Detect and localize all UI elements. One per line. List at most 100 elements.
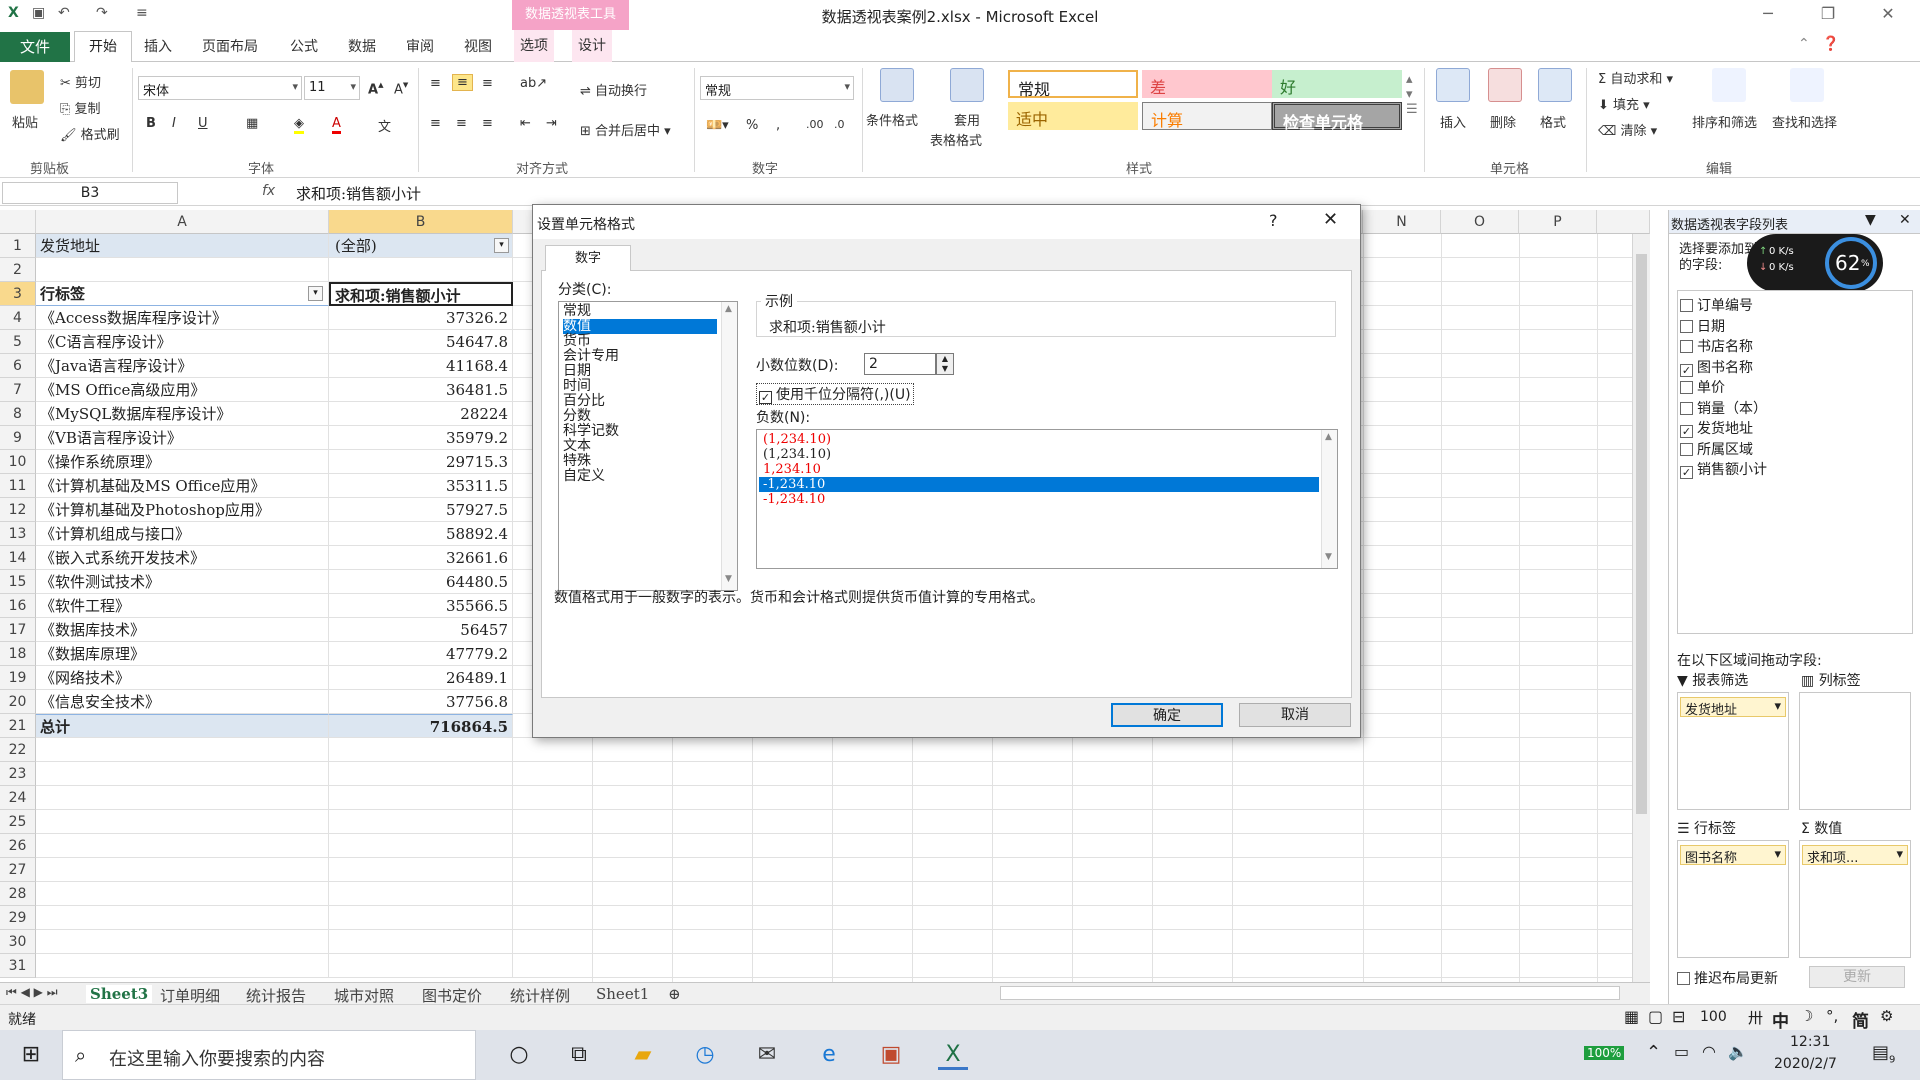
cell-b[interactable]: 57927.5 bbox=[329, 498, 513, 522]
style-normal[interactable]: 常规 bbox=[1008, 70, 1138, 99]
cell-a[interactable]: 《软件测试技术》 bbox=[36, 570, 329, 594]
cell-b[interactable]: 29715.3 bbox=[329, 450, 513, 474]
edge-icon[interactable]: e bbox=[814, 1040, 844, 1070]
row-header[interactable]: 31 bbox=[0, 954, 36, 978]
negative-format-item[interactable]: (1,234.10) bbox=[759, 432, 1319, 447]
shrink-font-icon[interactable]: A▾ bbox=[394, 78, 408, 97]
decrease-indent-icon[interactable]: ⇤ bbox=[520, 116, 531, 131]
checkbox-icon[interactable] bbox=[1680, 319, 1693, 333]
tab-formulas[interactable]: 公式 bbox=[290, 36, 318, 56]
search-placeholder[interactable]: 在这里输入你要搜索的内容 bbox=[109, 1045, 325, 1071]
notification-icon[interactable]: ▤9 bbox=[1872, 1042, 1895, 1066]
italic-icon[interactable]: I bbox=[172, 116, 176, 131]
restore-icon[interactable]: ❐ bbox=[1808, 4, 1848, 23]
volume-icon[interactable]: 🔈 bbox=[1728, 1042, 1748, 1061]
cell-b[interactable]: 28224 bbox=[329, 402, 513, 426]
horizontal-scrollbar[interactable] bbox=[1000, 986, 1620, 1000]
mail-icon[interactable]: ✉ bbox=[752, 1040, 782, 1070]
sort-filter-icon[interactable] bbox=[1712, 68, 1746, 102]
tab-insert[interactable]: 插入 bbox=[144, 36, 172, 56]
grow-font-icon[interactable]: A▴ bbox=[368, 78, 384, 97]
dialog-help-button[interactable]: ? bbox=[1269, 211, 1278, 230]
conditional-format-icon[interactable] bbox=[880, 68, 914, 102]
row-header[interactable]: 20 bbox=[0, 690, 36, 714]
row-header[interactable]: 30 bbox=[0, 930, 36, 954]
increase-indent-icon[interactable]: ⇥ bbox=[546, 116, 557, 131]
column-header-n[interactable]: N bbox=[1363, 210, 1441, 234]
vertical-scrollbar[interactable] bbox=[1632, 234, 1650, 982]
column-header-b[interactable]: B bbox=[329, 210, 513, 234]
cut-button[interactable]: ✂ 剪切 bbox=[60, 72, 101, 91]
orientation-icon[interactable]: ab↗ bbox=[520, 76, 547, 91]
winrar-icon[interactable]: ▣ bbox=[876, 1040, 906, 1070]
zoom-level[interactable]: 100 bbox=[1700, 1009, 1727, 1025]
category-scrollbar[interactable]: ▲ ▼ bbox=[721, 302, 737, 590]
cell-b[interactable]: 58892.4 bbox=[329, 522, 513, 546]
row-header[interactable]: 28 bbox=[0, 882, 36, 906]
cell-b[interactable] bbox=[329, 954, 513, 978]
field-checkbox[interactable]: 日期 bbox=[1680, 316, 1725, 336]
field-list-close-icon[interactable]: ✕ bbox=[1899, 212, 1911, 228]
tab-options[interactable]: 选项 bbox=[514, 30, 554, 62]
cell-b[interactable] bbox=[329, 258, 513, 282]
value-chip[interactable]: 求和项... ▾ bbox=[1802, 845, 1908, 866]
cell-a[interactable]: 《网络技术》 bbox=[36, 666, 329, 690]
cell-a[interactable]: 《数据库原理》 bbox=[36, 642, 329, 666]
wrap-text-button[interactable]: ⇌ 自动换行 bbox=[580, 80, 647, 99]
sheet-tab-orders[interactable]: 订单明细 bbox=[160, 985, 220, 1006]
close-icon[interactable]: ✕ bbox=[1868, 4, 1908, 23]
cell-a[interactable]: 《Java语言程序设计》 bbox=[36, 354, 329, 378]
row-header[interactable]: 3 bbox=[0, 282, 36, 306]
row-header[interactable]: 14 bbox=[0, 546, 36, 570]
cell-a[interactable]: 《计算机基础及MS Office应用》 bbox=[36, 474, 329, 498]
autosum-button[interactable]: Σ 自动求和 ▾ bbox=[1598, 68, 1673, 87]
percent-icon[interactable]: % bbox=[746, 118, 758, 133]
row-header[interactable]: 21 bbox=[0, 714, 36, 738]
cell-a[interactable]: 《数据库技术》 bbox=[36, 618, 329, 642]
ime-mode[interactable]: 中 bbox=[1772, 1007, 1789, 1032]
cell-a[interactable]: 总计 bbox=[36, 714, 329, 738]
checkbox-icon[interactable]: ✓ bbox=[1680, 425, 1693, 438]
insert-cells-button[interactable]: 插入 bbox=[1440, 112, 1466, 131]
ime-punct-icon[interactable]: °, bbox=[1826, 1007, 1838, 1025]
column-header-p[interactable]: P bbox=[1519, 210, 1597, 234]
power-icon[interactable]: ▭ bbox=[1674, 1042, 1689, 1061]
minimize-icon[interactable]: ─ bbox=[1748, 4, 1788, 23]
insert-cells-icon[interactable] bbox=[1436, 68, 1470, 102]
align-bottom-icon[interactable]: ≡ bbox=[482, 76, 493, 91]
border-icon[interactable]: ▦ bbox=[246, 116, 258, 131]
phonetic-icon[interactable]: 文 bbox=[378, 116, 391, 135]
align-top-icon[interactable]: ≡ bbox=[430, 76, 441, 91]
accounting-format-icon[interactable]: 💴▾ bbox=[706, 118, 729, 133]
category-item[interactable]: 时间 bbox=[563, 379, 717, 394]
cell-b[interactable]: 35311.5 bbox=[329, 474, 513, 498]
sheet-tab-report[interactable]: 统计报告 bbox=[246, 985, 306, 1006]
row-header[interactable]: 22 bbox=[0, 738, 36, 762]
negative-list[interactable]: (1,234.10) (1,234.10) 1,234.10 -1,234.10 -1,… bbox=[756, 429, 1338, 569]
thousands-checkbox[interactable]: ✓ 使用千位分隔符(,)(U) bbox=[756, 383, 914, 405]
scrollbar-thumb[interactable] bbox=[1636, 254, 1647, 814]
scroll-up-icon[interactable]: ▲ bbox=[1325, 432, 1332, 442]
checkbox-icon[interactable]: ✓ bbox=[1680, 466, 1693, 479]
cell-b[interactable]: 36481.5 bbox=[329, 378, 513, 402]
cell-a[interactable]: 《嵌入式系统开发技术》 bbox=[36, 546, 329, 570]
delete-cells-icon[interactable] bbox=[1488, 68, 1522, 102]
cell-b[interactable]: 54647.8 bbox=[329, 330, 513, 354]
tab-design[interactable]: 设计 bbox=[572, 30, 612, 62]
windows-start-icon[interactable]: ⊞ bbox=[16, 1040, 46, 1070]
checkbox-icon[interactable] bbox=[1680, 299, 1693, 312]
align-right-icon[interactable]: ≡ bbox=[482, 116, 493, 131]
category-item[interactable]: 常规 bbox=[563, 304, 717, 319]
sheet-tab-city[interactable]: 城市对照 bbox=[334, 985, 394, 1006]
category-item[interactable]: 数值 bbox=[563, 319, 717, 334]
cell-b[interactable]: 26489.1 bbox=[329, 666, 513, 690]
sort-filter-button[interactable]: 排序和筛选 bbox=[1692, 112, 1757, 131]
row-header[interactable]: 4 bbox=[0, 306, 36, 330]
font-name-combo[interactable]: 宋体 bbox=[138, 76, 302, 100]
cell-a[interactable]: 《MySQL数据库程序设计》 bbox=[36, 402, 329, 426]
clock-date[interactable]: 2020/2/7 bbox=[1774, 1056, 1837, 1072]
row-header[interactable]: 23 bbox=[0, 762, 36, 786]
checkbox-icon[interactable] bbox=[1680, 381, 1693, 394]
row-header[interactable]: 17 bbox=[0, 618, 36, 642]
name-box[interactable]: B3 bbox=[2, 182, 178, 204]
